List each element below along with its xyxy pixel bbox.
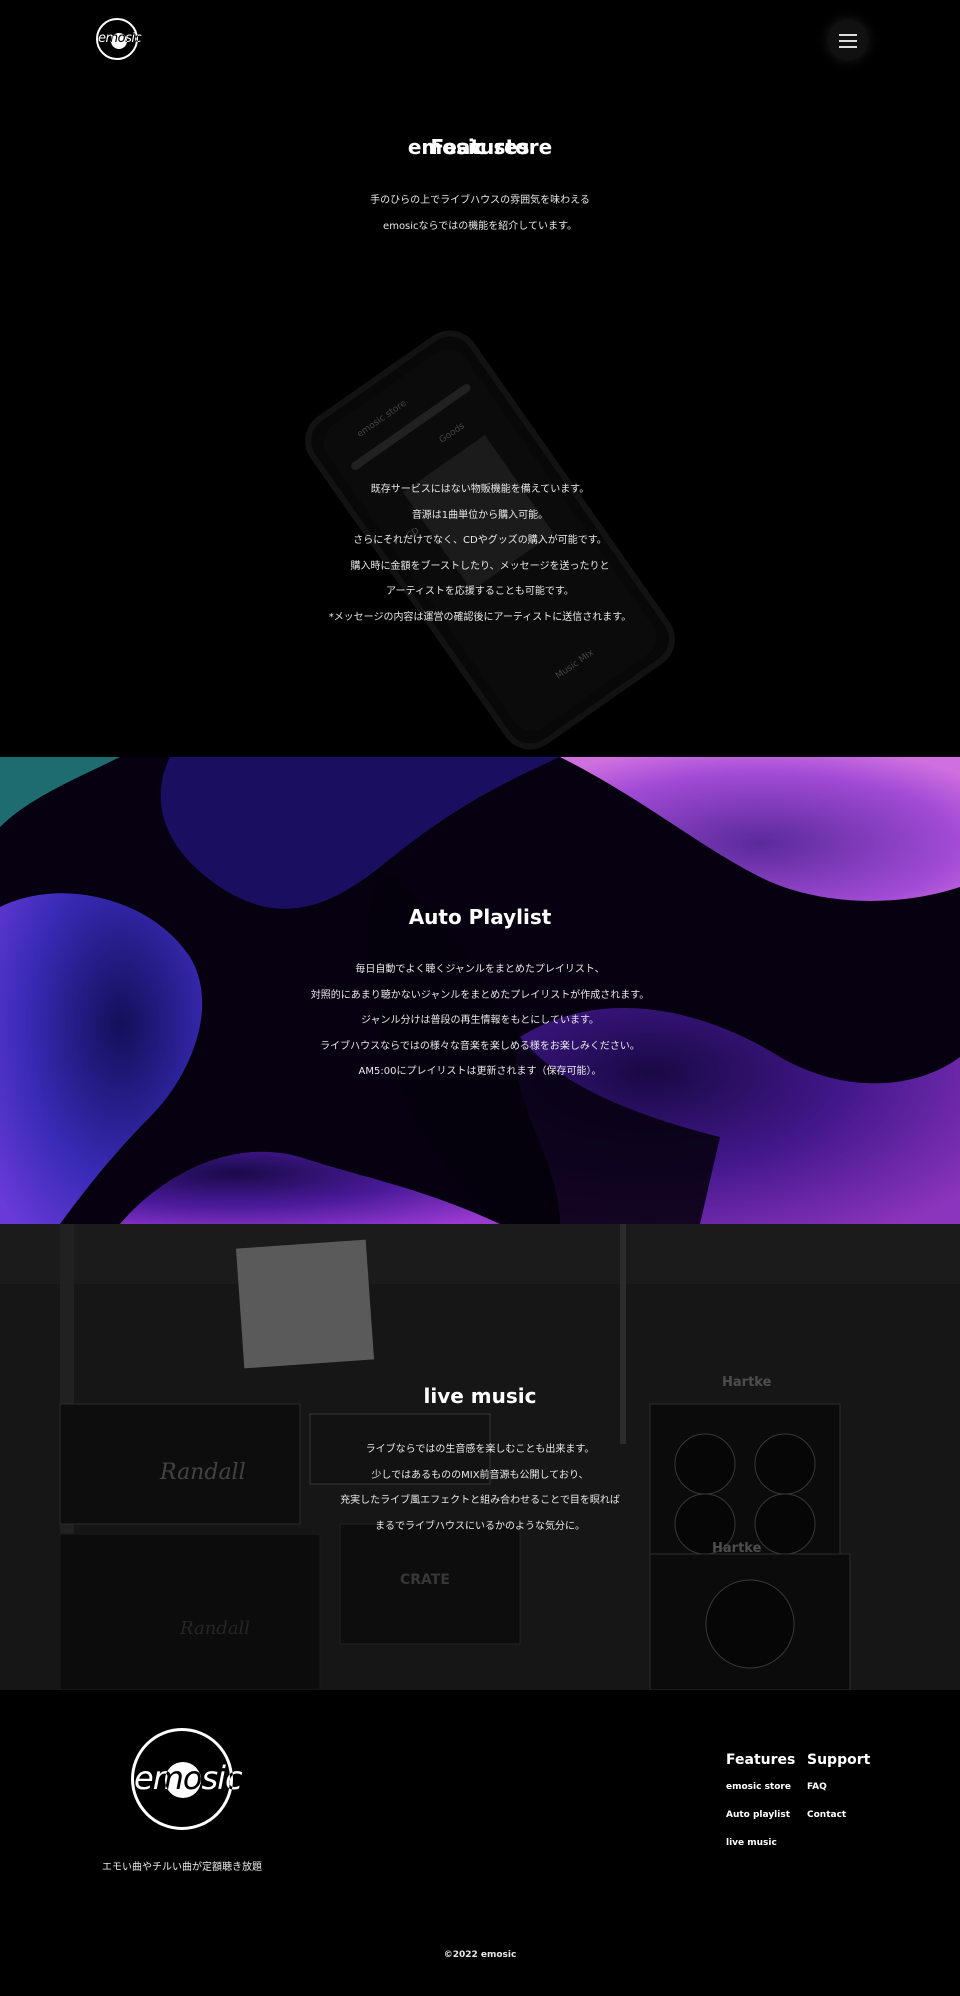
- playlist-line: ジャンル分けは普段の再生情報をもとにしています。: [361, 1015, 599, 1027]
- auto-playlist-title: Auto Playlist: [408, 905, 552, 929]
- footer-link-live-music[interactable]: live music: [726, 1836, 795, 1864]
- features-section: Features 手のひらの上でライブハウスの雰囲気を味わえる emosicなら…: [0, 0, 960, 762]
- phone-screen-item: Music Mix: [554, 648, 596, 682]
- live-music-section: Randall Hartke Hartke CRATE Randall live…: [0, 1224, 960, 1690]
- live-music-description: ライブならではの生音感を楽しむことも出来ます。 少しではあるもののMIX前音源も…: [0, 1437, 960, 1539]
- footer-logo[interactable]: emosic: [131, 1728, 243, 1830]
- store-line: 音源は1曲単位から購入可能。: [411, 509, 549, 521]
- auto-playlist-section: Auto Playlist 毎日自動でよく聴くジャンルをまとめたプレイリスト、 …: [0, 757, 960, 1224]
- store-description: 既存サービスにはない物販機能を備えています。 音源は1曲単位から購入可能。 さら…: [0, 477, 960, 631]
- live-line: ライブならではの生音感を楽しむことも出来ます。: [365, 1444, 595, 1455]
- features-intro: 手のひらの上でライブハウスの雰囲気を味わえる emosicならではの機能を紹介し…: [0, 188, 960, 239]
- playlist-line: 毎日自動でよく聴くジャンルをまとめたプレイリスト、: [355, 964, 605, 975]
- live-line: まるでライブハウスにいるかのような気分に。: [375, 1520, 585, 1532]
- live-line: 充実したライブ風エフェクトと組み合わせることで目を瞑れば: [340, 1495, 620, 1507]
- playlist-line: ライブハウスならではの様々な音楽を楽しめる様をお楽しみください。: [320, 1040, 640, 1052]
- phone-screen-item: Goods: [437, 421, 467, 446]
- store-line: さらにそれだけでなく、CDやグッズの購入が可能です。: [353, 535, 607, 547]
- footer-features-heading: Features: [726, 1752, 796, 1768]
- footer-link-emosic-store[interactable]: emosic store: [726, 1780, 795, 1808]
- store-line: *メッセージの内容は運営の確認後にアーティストに送信されます。: [328, 611, 632, 623]
- footer-support-heading: Support: [807, 1752, 871, 1768]
- store-line: 既存サービスにはない物販機能を備えています。: [370, 484, 590, 495]
- live-music-title: live music: [423, 1384, 537, 1408]
- store-line: 購入時に金額をブーストしたり、メッセージを送ったりと: [350, 560, 610, 572]
- copyright: ©2022 emosic: [443, 1950, 517, 1960]
- footer-link-contact[interactable]: Contact: [807, 1808, 870, 1836]
- auto-playlist-description: 毎日自動でよく聴くジャンルをまとめたプレイリスト、 対照的にあまり聴かないジャン…: [0, 957, 960, 1085]
- store-line: アーティストを応援することも可能です。: [386, 586, 574, 598]
- site-footer: emosic エモい曲やチルい曲が定額聴き放題 Features emosic …: [0, 1690, 960, 1996]
- features-intro-line: 手のひらの上でライブハウスの雰囲気を味わえる: [370, 195, 590, 206]
- live-line: 少しではあるもののMIX前音源も公開しており、: [371, 1469, 589, 1481]
- footer-link-auto-playlist[interactable]: Auto playlist: [726, 1808, 795, 1836]
- footer-tagline: エモい曲やチルい曲が定額聴き放題: [102, 1862, 262, 1873]
- footer-link-faq[interactable]: FAQ: [807, 1780, 870, 1808]
- playlist-line: AM5:00にプレイリストは更新されます（保存可能）。: [358, 1066, 602, 1078]
- store-title: emosic store: [407, 135, 553, 159]
- footer-features-column: Features emosic store Auto playlist live…: [726, 1752, 795, 1864]
- playlist-line: 対照的にあまり聴かないジャンルをまとめたプレイリストが作成されます。: [310, 989, 650, 1001]
- footer-logo-text: emosic: [134, 1759, 243, 1797]
- footer-support-column: Support FAQ Contact: [807, 1752, 870, 1836]
- features-intro-line: emosicならではの機能を紹介しています。: [383, 220, 577, 232]
